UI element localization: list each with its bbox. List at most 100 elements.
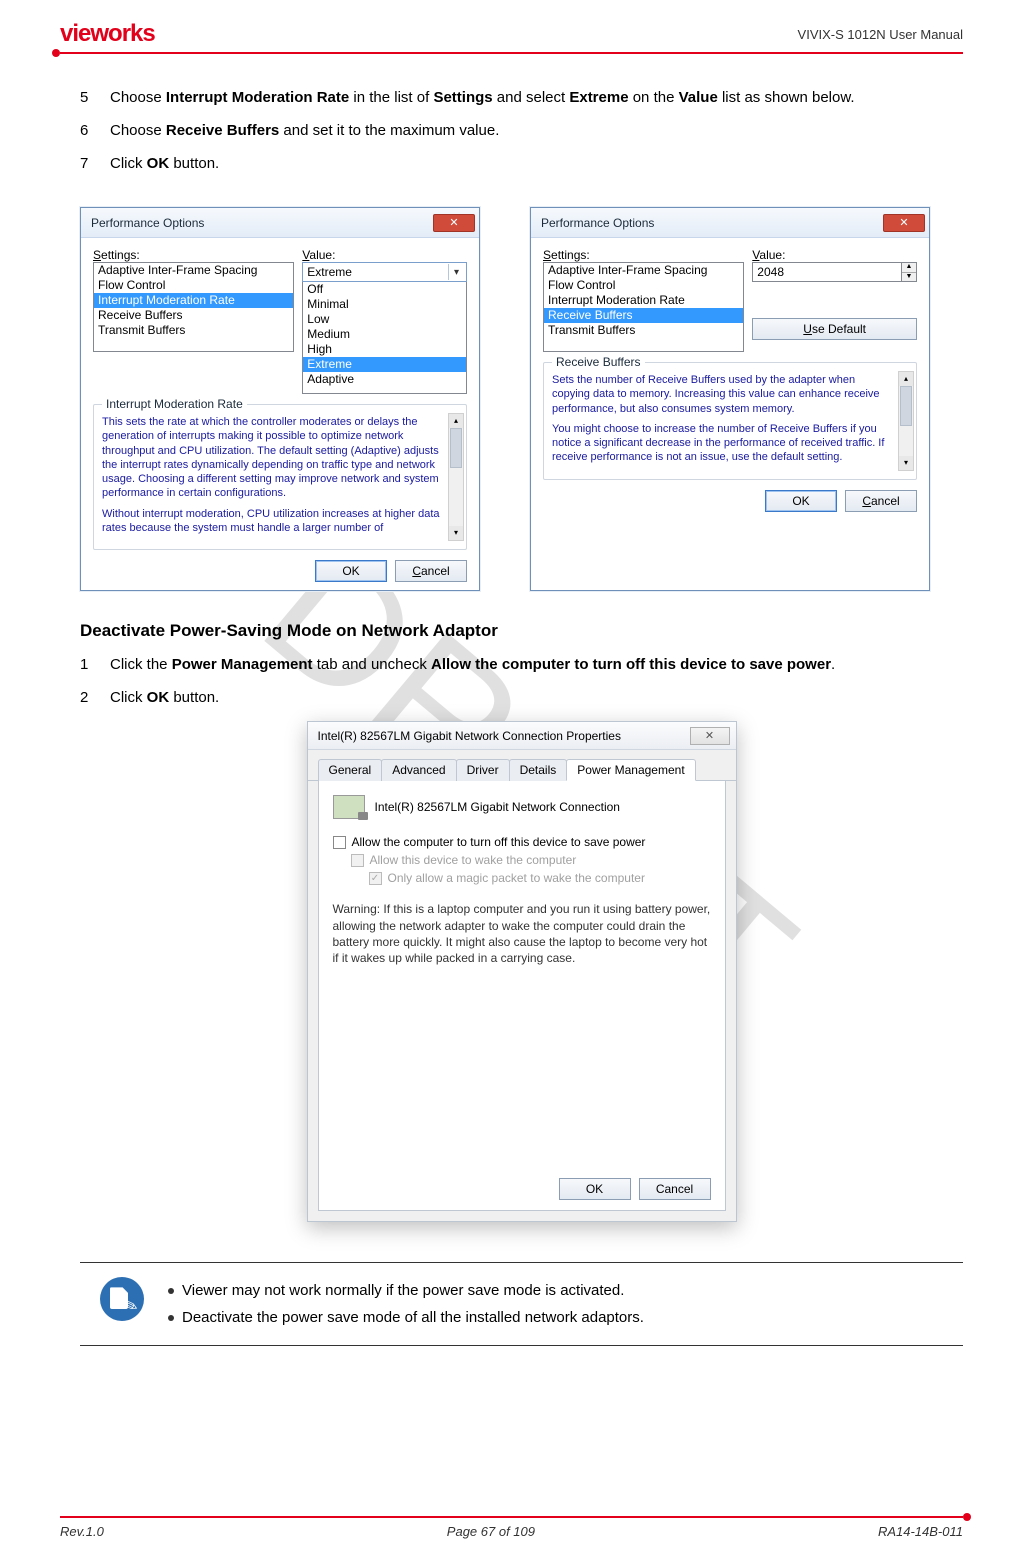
value-dropdown[interactable]: Off Minimal Low Medium High Extreme Adap… [302, 282, 467, 394]
scroll-thumb[interactable] [900, 386, 912, 426]
checkbox-wake-computer [351, 854, 364, 867]
footer-page: Page 67 of 109 [447, 1524, 535, 1539]
footer-rule [60, 1516, 963, 1518]
footer-code: RA14-14B-011 [878, 1524, 963, 1539]
close-icon[interactable] [883, 214, 925, 232]
window-title: Performance Options [91, 216, 204, 230]
description-text: This sets the rate at which the controll… [102, 415, 444, 501]
note-item: Viewer may not work normally if the powe… [182, 1277, 624, 1304]
cancel-button[interactable]: Cancel [845, 490, 917, 512]
header-rule [60, 52, 963, 54]
steps-top: 5 Choose Interrupt Moderation Rate in th… [80, 84, 963, 177]
list-item[interactable]: Adaptive Inter-Frame Spacing [544, 263, 743, 278]
chevron-up-icon[interactable]: ▴ [449, 414, 463, 428]
chevron-up-icon[interactable]: ▴ [899, 372, 913, 386]
list-item[interactable]: Low [303, 312, 466, 327]
list-item[interactable]: Extreme [303, 357, 466, 372]
fieldset-legend: Interrupt Moderation Rate [102, 397, 247, 411]
scroll-thumb[interactable] [450, 428, 462, 468]
checkbox-turn-off-device[interactable] [333, 836, 346, 849]
doc-title: VIVIX-S 1012N User Manual [798, 27, 963, 42]
description-text: Without interrupt moderation, CPU utiliz… [102, 507, 444, 536]
perf-options-window-2: Performance Options Settings: Adaptive I… [530, 207, 930, 591]
list-item[interactable]: Off [303, 282, 466, 297]
ok-button[interactable]: OK [765, 490, 837, 512]
list-item[interactable]: Flow Control [94, 278, 293, 293]
tab-power-management[interactable]: Power Management [566, 759, 695, 781]
steps-bottom: 1 Click the Power Management tab and unc… [80, 651, 963, 711]
window-title: Intel(R) 82567LM Gigabit Network Connect… [318, 729, 621, 743]
step-num: 1 [80, 651, 110, 678]
value-label: Value: [752, 248, 917, 262]
list-item[interactable]: Transmit Buffers [544, 323, 743, 338]
tab-details[interactable]: Details [509, 759, 568, 781]
settings-listbox[interactable]: Adaptive Inter-Frame Spacing Flow Contro… [93, 262, 294, 352]
list-item[interactable]: Receive Buffers [94, 308, 293, 323]
step-num: 6 [80, 117, 110, 144]
step-text: Click the Power Management tab and unche… [110, 651, 963, 678]
list-item[interactable]: High [303, 342, 466, 357]
list-item[interactable]: Interrupt Moderation Rate [544, 293, 743, 308]
chevron-down-icon[interactable]: ▾ [448, 264, 464, 280]
tab-strip: General Advanced Driver Details Power Ma… [308, 750, 736, 781]
step-text: Choose Receive Buffers and set it to the… [110, 117, 963, 144]
list-item[interactable]: Adaptive Inter-Frame Spacing [94, 263, 293, 278]
value-spinner[interactable]: 2048 ▲ ▼ [752, 262, 917, 282]
cancel-button[interactable]: Cancel [639, 1178, 711, 1200]
logo: vieworks [60, 20, 155, 48]
list-item[interactable]: Medium [303, 327, 466, 342]
checkbox-magic-packet [369, 872, 382, 885]
note-item: Deactivate the power save mode of all th… [182, 1304, 644, 1331]
settings-label: Settings: [543, 248, 744, 262]
chevron-down-icon[interactable]: ▼ [902, 273, 916, 282]
checkbox-label: Allow the computer to turn off this devi… [352, 835, 646, 849]
step-text: Click OK button. [110, 150, 963, 177]
list-item[interactable]: Adaptive [303, 372, 466, 387]
perf-options-window-1: Performance Options Settings: Adaptive I… [80, 207, 480, 591]
use-default-button[interactable]: Use Default [752, 318, 917, 340]
scrollbar[interactable]: ▴ ▾ [898, 371, 914, 471]
step-num: 2 [80, 684, 110, 711]
list-item[interactable]: Transmit Buffers [94, 323, 293, 338]
checkbox-label: Allow this device to wake the computer [370, 853, 577, 867]
tab-advanced[interactable]: Advanced [381, 759, 456, 781]
tab-general[interactable]: General [318, 759, 383, 781]
chevron-down-icon[interactable]: ▾ [449, 526, 463, 540]
description-fieldset: Interrupt Moderation Rate This sets the … [93, 404, 467, 550]
step-num: 5 [80, 84, 110, 111]
footer-rev: Rev.1.0 [60, 1524, 104, 1539]
description-text: Sets the number of Receive Buffers used … [552, 373, 894, 416]
network-properties-window: Intel(R) 82567LM Gigabit Network Connect… [307, 721, 737, 1222]
value-select[interactable]: Extreme ▾ [302, 262, 467, 282]
checkbox-label: Only allow a magic packet to wake the co… [388, 871, 645, 885]
ok-button[interactable]: OK [559, 1178, 631, 1200]
step-num: 7 [80, 150, 110, 177]
list-item[interactable]: Interrupt Moderation Rate [94, 293, 293, 308]
close-icon[interactable] [433, 214, 475, 232]
settings-listbox[interactable]: Adaptive Inter-Frame Spacing Flow Contro… [543, 262, 744, 352]
list-item[interactable]: Flow Control [544, 278, 743, 293]
value-selected: Extreme [307, 265, 352, 279]
scrollbar[interactable]: ▴ ▾ [448, 413, 464, 541]
step-text: Click OK button. [110, 684, 963, 711]
list-item[interactable]: Minimal [303, 297, 466, 312]
list-item[interactable]: Receive Buffers [544, 308, 743, 323]
ok-button[interactable]: OK [315, 560, 387, 582]
device-name: Intel(R) 82567LM Gigabit Network Connect… [375, 800, 620, 814]
value-label: Value: [302, 248, 467, 262]
note-box: Viewer may not work normally if the powe… [80, 1262, 963, 1346]
warning-text: Warning: If this is a laptop computer an… [333, 901, 711, 966]
tab-driver[interactable]: Driver [456, 759, 510, 781]
cancel-button[interactable]: Cancel [395, 560, 467, 582]
network-card-icon [333, 795, 365, 819]
settings-label: Settings: [93, 248, 294, 262]
close-icon[interactable]: ✕ [690, 727, 730, 745]
step-text: Choose Interrupt Moderation Rate in the … [110, 84, 963, 111]
chevron-down-icon[interactable]: ▾ [899, 456, 913, 470]
description-fieldset: Receive Buffers Sets the number of Recei… [543, 362, 917, 480]
description-text: You might choose to increase the number … [552, 422, 894, 465]
spinner-value[interactable]: 2048 [752, 262, 901, 282]
note-icon [100, 1277, 144, 1321]
chevron-up-icon[interactable]: ▲ [902, 263, 916, 273]
fieldset-legend: Receive Buffers [552, 355, 645, 369]
